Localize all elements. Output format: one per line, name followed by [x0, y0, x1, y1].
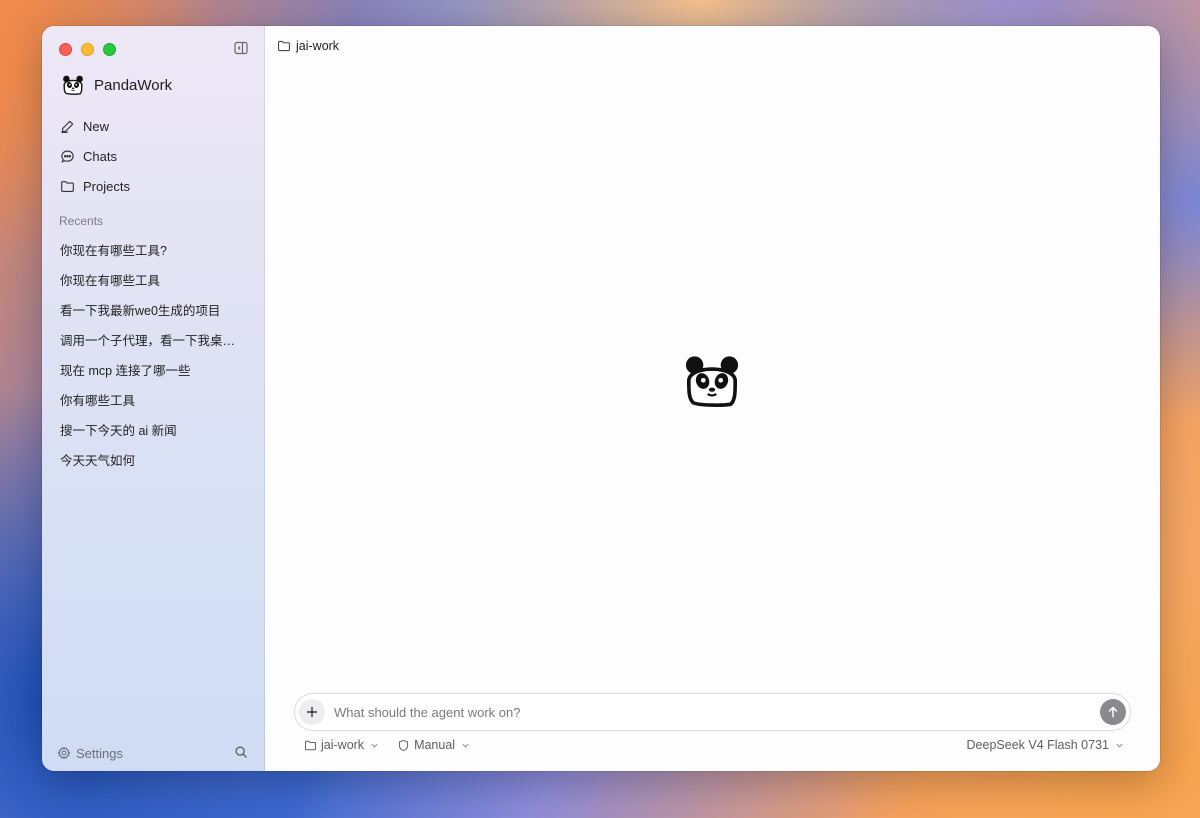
- shield-icon: [399, 739, 409, 751]
- breadcrumb[interactable]: jai-work: [277, 39, 339, 53]
- sidebar-footer: Settings: [57, 745, 250, 761]
- sidebar-item-label: Projects: [83, 178, 130, 194]
- composer-options: jai-work Manual DeepSeek V4 Flash 0731: [304, 738, 1124, 752]
- search-icon[interactable]: [234, 745, 250, 761]
- pen-icon: [61, 120, 74, 133]
- chevron-down-icon: [1116, 743, 1123, 748]
- minimize-window-button[interactable]: [81, 43, 94, 56]
- composer: [294, 693, 1131, 731]
- settings-button[interactable]: Settings: [57, 746, 123, 761]
- panda-logo-icon: [63, 75, 83, 95]
- recents-list: 你现在有哪些工具? 你现在有哪些工具 看一下我最新we0生成的项目 调用一个子代…: [54, 236, 254, 476]
- recent-chat-item[interactable]: 现在 mcp 连接了哪一些: [54, 356, 254, 386]
- model-label: DeepSeek V4 Flash 0731: [966, 738, 1109, 752]
- sidebar-item-label: New: [83, 118, 110, 134]
- recent-chat-item[interactable]: 调用一个子代理，看一下我桌…: [54, 326, 254, 356]
- brand: PandaWork: [62, 74, 172, 96]
- brand-name: PandaWork: [94, 76, 173, 94]
- model-select[interactable]: DeepSeek V4 Flash 0731: [967, 738, 1124, 752]
- sidebar: PandaWork New Chats Projects Recents 你现在…: [42, 26, 265, 771]
- recent-chat-item[interactable]: 看一下我最新we0生成的项目: [54, 296, 254, 326]
- recents-heading: Recents: [59, 214, 104, 228]
- chevron-down-icon: [462, 743, 469, 748]
- workspace-label: jai-work: [321, 738, 365, 752]
- recent-chat-item[interactable]: 你有哪些工具: [54, 386, 254, 416]
- sidebar-item-new[interactable]: New: [54, 111, 254, 141]
- sidebar-item-projects[interactable]: Projects: [54, 171, 254, 201]
- plus-icon: [306, 706, 318, 718]
- sidebar-toggle-icon[interactable]: [233, 40, 249, 56]
- recent-chat-item[interactable]: 你现在有哪些工具?: [54, 236, 254, 266]
- recent-chat-item[interactable]: 搜一下今天的 ai 新闻: [54, 416, 254, 446]
- app-window: PandaWork New Chats Projects Recents 你现在…: [42, 26, 1160, 771]
- settings-label: Settings: [76, 745, 123, 761]
- arrow-up-icon: [1108, 706, 1118, 718]
- folder-icon: [304, 740, 317, 750]
- sidebar-item-label: Chats: [83, 148, 117, 164]
- close-window-button[interactable]: [59, 43, 72, 56]
- window-controls: [59, 43, 116, 56]
- panda-logo-icon: [685, 356, 739, 407]
- chevron-down-icon: [371, 743, 378, 748]
- send-button[interactable]: [1100, 699, 1126, 725]
- mode-select[interactable]: Manual: [397, 738, 470, 752]
- prompt-input[interactable]: [325, 704, 1100, 720]
- folder-icon: [278, 40, 290, 52]
- sidebar-nav: New Chats Projects: [54, 111, 254, 201]
- gear-icon: [57, 746, 71, 760]
- recent-chat-item[interactable]: 你现在有哪些工具: [54, 266, 254, 296]
- folder-icon: [61, 180, 74, 192]
- recent-chat-item[interactable]: 今天天气如何: [54, 446, 254, 476]
- sidebar-item-chats[interactable]: Chats: [54, 141, 254, 171]
- breadcrumb-label: jai-work: [296, 39, 340, 53]
- mode-label: Manual: [414, 738, 456, 752]
- attach-button[interactable]: [299, 699, 325, 725]
- chat-bubble-icon: [61, 149, 74, 163]
- main-panel: jai-work jai-work: [265, 26, 1160, 771]
- workspace-select[interactable]: jai-work: [304, 738, 379, 752]
- maximize-window-button[interactable]: [103, 43, 116, 56]
